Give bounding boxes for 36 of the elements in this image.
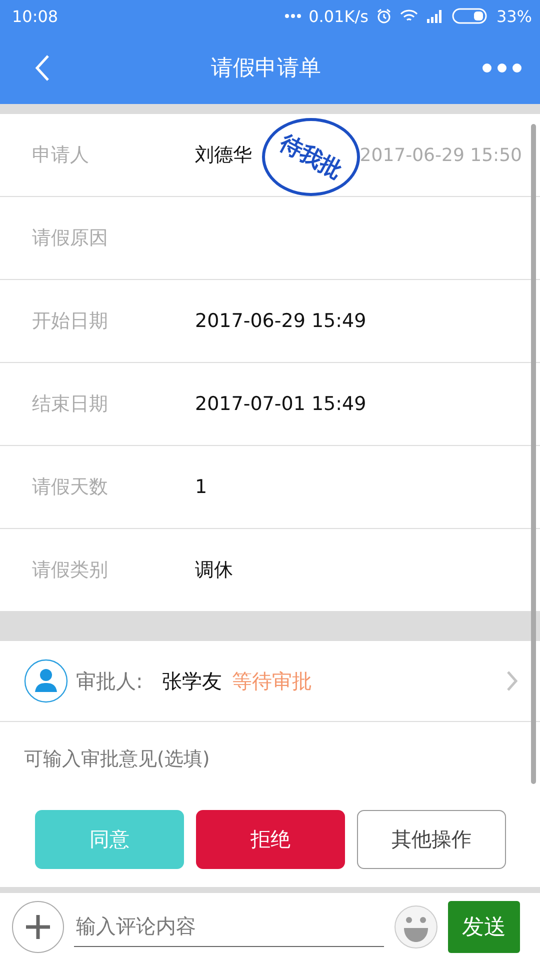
reject-button[interactable]: 拒绝: [196, 810, 345, 869]
field-label: 请假类别: [32, 558, 109, 583]
more-icon: [482, 63, 522, 73]
alarm-icon: [376, 8, 392, 24]
field-label: 请假原因: [32, 226, 109, 251]
chevron-left-icon: [34, 54, 50, 82]
signal-icon: [426, 9, 444, 23]
field-value: 调休: [195, 558, 233, 583]
emoji-button[interactable]: [394, 904, 438, 948]
send-button[interactable]: 发送: [448, 900, 520, 952]
add-button[interactable]: [12, 900, 64, 952]
approval-stamp: 待我批: [262, 118, 360, 196]
approver-label: 审批人:: [76, 668, 144, 694]
battery-icon: [452, 8, 488, 24]
more-icon: [284, 13, 301, 19]
clock: 10:08: [12, 6, 58, 26]
other-actions-button[interactable]: 其他操作: [357, 810, 506, 869]
network-speed: 0.01K/s: [308, 6, 368, 26]
field-label: 结束日期: [32, 392, 109, 417]
field-value: 2017-06-29 15:49: [195, 310, 366, 332]
chevron-right-icon: [506, 670, 518, 692]
field-label: 开始日期: [32, 309, 109, 334]
timestamp: 2017-06-29 15:50: [360, 144, 522, 166]
page-title: 请假申请单: [211, 55, 321, 83]
field-value: 刘德华: [195, 143, 252, 168]
battery-level: 33%: [496, 6, 532, 26]
approver-name: 张学友: [162, 668, 222, 694]
avatar-icon: [24, 659, 68, 703]
field-value: 1: [195, 476, 208, 498]
field-label: 申请人: [32, 143, 90, 168]
smiley-icon: [394, 904, 438, 948]
plus-icon: [25, 914, 51, 940]
field-label: 请假天数: [32, 475, 109, 500]
approval-status: 等待审批: [232, 668, 312, 694]
field-value: 2017-07-01 15:49: [195, 393, 366, 415]
wifi-icon: [400, 9, 418, 23]
